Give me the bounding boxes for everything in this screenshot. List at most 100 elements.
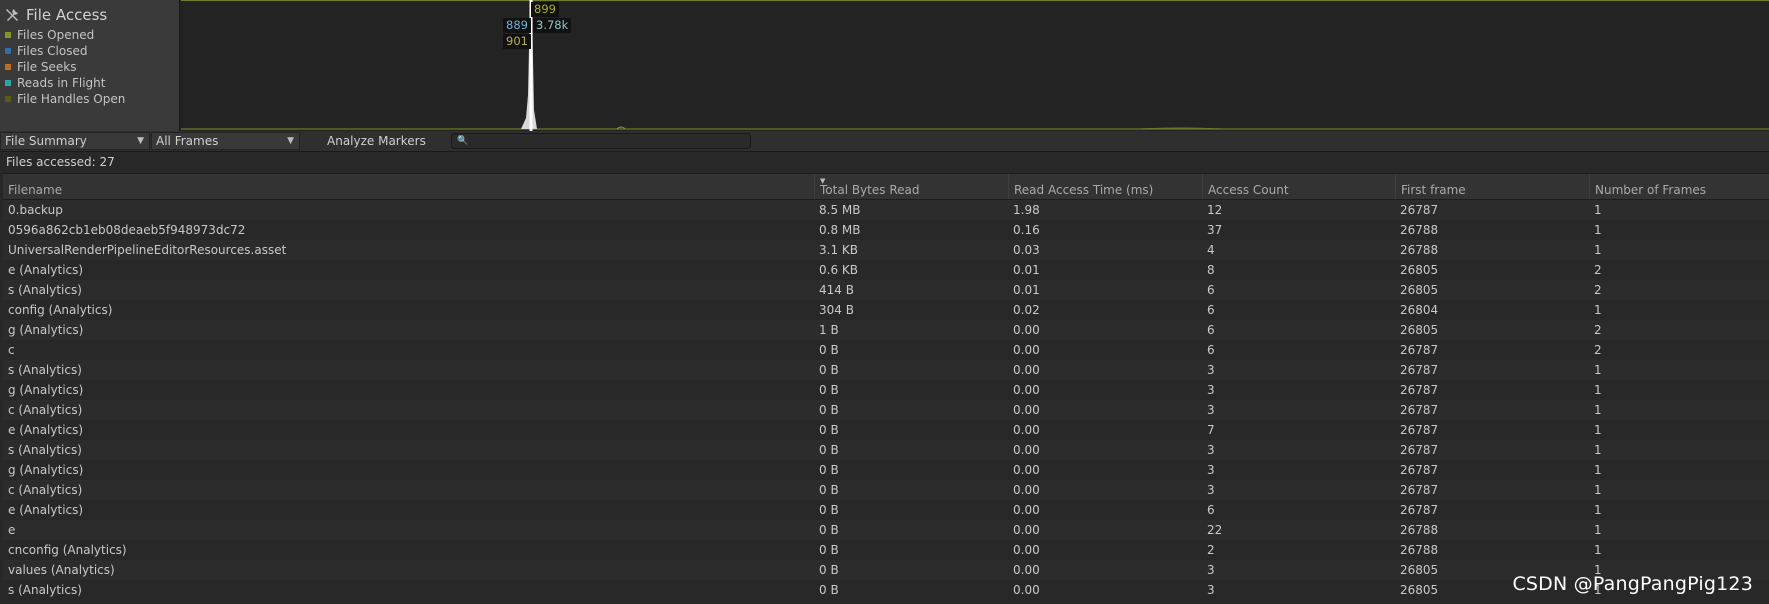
cell-number-of-frames: 1 (1594, 483, 1602, 497)
cell-total-bytes-read: 0 B (819, 403, 839, 417)
cell-first-frame: 26787 (1400, 403, 1439, 417)
tooltip-files-opened: 899 (531, 2, 559, 17)
cell-access-count: 6 (1207, 323, 1215, 337)
legend-item-file-seeks[interactable]: File Seeks (5, 59, 76, 75)
cell-read-access-time: 0.00 (1013, 343, 1040, 357)
cell-filename: e (Analytics) (8, 503, 84, 517)
table-row[interactable]: cnconfig (Analytics) 0 B 0.00 2 26788 1 (3, 540, 1769, 560)
cell-access-count: 3 (1207, 463, 1215, 477)
tooltip-value: 899 (534, 2, 556, 16)
column-header-access-count[interactable]: Access Count (1202, 174, 1395, 199)
cell-first-frame: 26805 (1400, 563, 1439, 577)
cell-filename: c (Analytics) (8, 483, 83, 497)
cell-number-of-frames: 1 (1594, 303, 1602, 317)
tools-icon (6, 9, 18, 21)
column-header-first-frame[interactable]: First frame (1395, 174, 1589, 199)
frames-dropdown[interactable]: All Frames ▼ (151, 132, 300, 150)
legend-label: File Seeks (17, 60, 77, 74)
cell-read-access-time: 0.00 (1013, 463, 1040, 477)
cell-access-count: 4 (1207, 243, 1215, 257)
table-row[interactable]: s (Analytics) 414 B 0.01 6 26805 2 (3, 280, 1769, 300)
table-row[interactable]: s (Analytics) 0 B 0.00 3 26805 1 (3, 580, 1769, 600)
column-header-number-of-frames[interactable]: Number of Frames (1589, 174, 1769, 199)
table-row[interactable]: g (Analytics) 1 B 0.00 6 26805 2 (3, 320, 1769, 340)
cell-number-of-frames: 1 (1594, 443, 1602, 457)
chart-title: File Access (26, 6, 108, 24)
table-row[interactable]: s (Analytics) 0 B 0.00 3 26787 1 (3, 440, 1769, 460)
chart-title-row: File Access (4, 4, 107, 26)
cell-number-of-frames: 2 (1594, 323, 1602, 337)
chart-plot[interactable]: 899 889 3.78k 901 (181, 0, 1769, 131)
cell-first-frame: 26788 (1400, 223, 1439, 237)
cell-read-access-time: 0.01 (1013, 263, 1040, 277)
table-row[interactable]: e (Analytics) 0.6 KB 0.01 8 26805 2 (3, 260, 1769, 280)
column-header-filename[interactable]: Filename (3, 174, 813, 199)
cell-number-of-frames: 1 (1594, 383, 1602, 397)
cell-read-access-time: 0.00 (1013, 323, 1040, 337)
chevron-down-icon: ▼ (287, 136, 294, 146)
table-row[interactable]: values (Analytics) 0 B 0.00 3 26805 1 (3, 560, 1769, 580)
column-header-read-access-time[interactable]: Read Access Time (ms) (1008, 174, 1202, 199)
cell-filename: s (Analytics) (8, 583, 82, 597)
cell-filename: s (Analytics) (8, 283, 82, 297)
frames-value: All Frames (156, 134, 219, 148)
cell-filename: 0596a862cb1eb08deaeb5f948973dc72 (8, 223, 246, 237)
cell-first-frame: 26788 (1400, 243, 1439, 257)
table-row[interactable]: UniversalRenderPipelineEditorResources.a… (3, 240, 1769, 260)
cell-access-count: 6 (1207, 343, 1215, 357)
cell-total-bytes-read: 0 B (819, 443, 839, 457)
table-row[interactable]: c (Analytics) 0 B 0.00 3 26787 1 (3, 400, 1769, 420)
cell-first-frame: 26804 (1400, 303, 1439, 317)
column-header-total-bytes-read[interactable]: Total Bytes Read (814, 174, 1008, 199)
view-mode-value: File Summary (5, 134, 87, 148)
file-access-chart-area: File Access Files Opened Files Closed Fi… (0, 0, 1769, 131)
table-row[interactable]: s (Analytics) 0 B 0.00 3 26787 1 (3, 360, 1769, 380)
cell-total-bytes-read: 8.5 MB (819, 203, 861, 217)
cell-access-count: 2 (1207, 543, 1215, 557)
table-row[interactable]: 0596a862cb1eb08deaeb5f948973dc72 0.8 MB 0.… (3, 220, 1769, 240)
cell-filename: UniversalRenderPipelineEditorResources.a… (8, 243, 287, 257)
view-mode-dropdown[interactable]: File Summary ▼ (0, 132, 150, 150)
legend-item-file-handles-open[interactable]: File Handles Open (5, 91, 125, 107)
cell-total-bytes-read: 0 B (819, 583, 839, 597)
legend-item-reads-in-flight[interactable]: Reads in Flight (5, 75, 105, 91)
cell-filename: config (Analytics) (8, 303, 113, 317)
watermark: CSDN @PangPangPig123 (1512, 573, 1753, 595)
analyze-markers-button[interactable]: Analyze Markers (327, 132, 426, 150)
search-input[interactable]: 🔍 (451, 133, 751, 149)
cell-first-frame: 26787 (1400, 203, 1439, 217)
tooltip-reads-in-flight: 3.78k (533, 18, 572, 33)
chart-plot-svg (181, 0, 1769, 131)
cell-read-access-time: 0.00 (1013, 443, 1040, 457)
cell-total-bytes-read: 304 B (819, 303, 854, 317)
table-row[interactable]: 0.backup 8.5 MB 1.98 12 26787 1 (3, 200, 1769, 220)
legend-item-files-closed[interactable]: Files Closed (5, 43, 87, 59)
cell-filename: 0.backup (8, 203, 63, 217)
cell-filename: cnconfig (Analytics) (8, 543, 127, 557)
legend-item-files-opened[interactable]: Files Opened (5, 27, 94, 43)
cell-total-bytes-read: 0 B (819, 463, 839, 477)
table-row[interactable]: c (Analytics) 0 B 0.00 3 26787 1 (3, 480, 1769, 500)
cell-total-bytes-read: 0 B (819, 423, 839, 437)
cell-number-of-frames: 1 (1594, 523, 1602, 537)
table-row[interactable]: e (Analytics) 0 B 0.00 6 26787 1 (3, 500, 1769, 520)
table-row[interactable]: g (Analytics) 0 B 0.00 3 26787 1 (3, 460, 1769, 480)
cell-filename: e (8, 523, 16, 537)
tooltip-file-seeks: 901 (503, 34, 531, 49)
cell-total-bytes-read: 0 B (819, 343, 839, 357)
cell-total-bytes-read: 0.6 KB (819, 263, 858, 277)
table-row[interactable]: c 0 B 0.00 6 26787 2 (3, 340, 1769, 360)
cell-filename: c (8, 343, 15, 357)
cell-number-of-frames: 1 (1594, 503, 1602, 517)
legend-label: Reads in Flight (17, 76, 106, 90)
cell-total-bytes-read: 0 B (819, 543, 839, 557)
table-row[interactable]: e (Analytics) 0 B 0.00 7 26787 1 (3, 420, 1769, 440)
table-row[interactable]: config (Analytics) 304 B 0.02 6 26804 1 (3, 300, 1769, 320)
cell-filename: s (Analytics) (8, 443, 82, 457)
table-row[interactable]: g (Analytics) 0 B 0.00 3 26787 1 (3, 380, 1769, 400)
cell-filename: e (Analytics) (8, 423, 84, 437)
table-row[interactable]: e 0 B 0.00 22 26788 1 (3, 520, 1769, 540)
cell-total-bytes-read: 0 B (819, 483, 839, 497)
tooltip-value: 889 (506, 18, 528, 32)
cell-number-of-frames: 1 (1594, 403, 1602, 417)
